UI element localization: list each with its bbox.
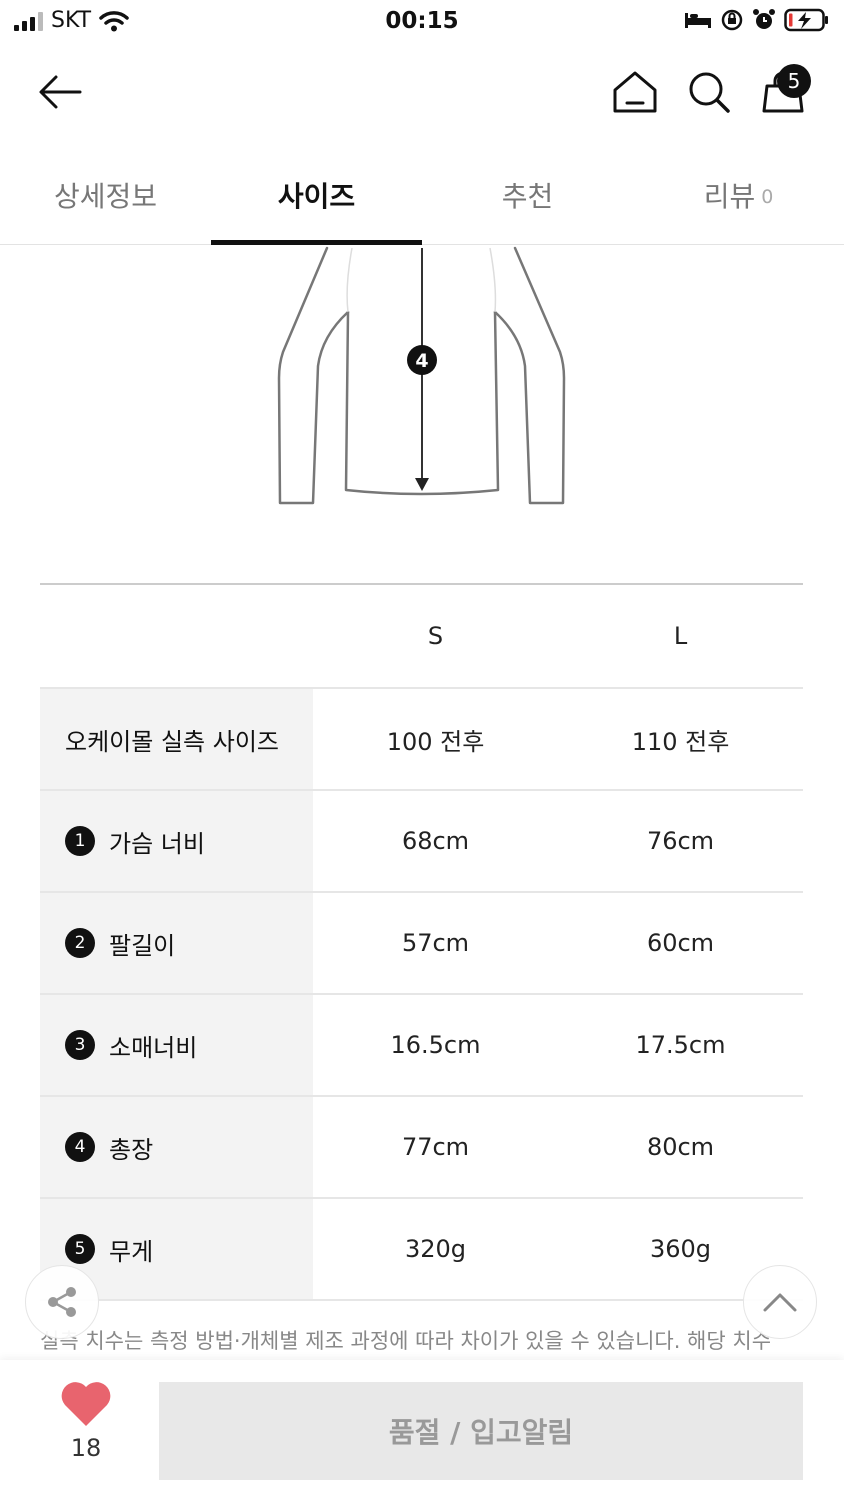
tab-recommend[interactable]: 추천 [422,145,633,244]
cell-value: 80cm [646,1133,715,1161]
tab-label: 리뷰 [703,179,756,213]
table-header-row: S L [40,585,803,689]
status-bar: SKT 00:15 [0,0,844,44]
back-button[interactable] [32,60,88,124]
cell-value: 17.5cm [635,1031,726,1059]
arrow-left-icon [39,75,82,109]
jacket-outline-illustration: 4 [277,246,566,505]
cell-value: 77cm [401,1133,470,1161]
row-label-text: 무게 [109,1237,154,1266]
cart-button[interactable]: 5 [755,60,811,124]
review-count: 0 [761,185,774,208]
alarm-icon [753,9,775,29]
top-navigation: 5 [0,60,844,124]
table-row: 1 가슴 너비 68cm 76cm [40,791,803,893]
cell-value: 110 전후 [631,727,730,756]
cell-value: 100 전후 [386,727,485,756]
number-badge: 2 [65,928,95,958]
table-row: 2 팔길이 57cm 60cm [40,893,803,995]
garment-measurement-diagram: 4 [0,246,844,526]
status-right [684,8,830,32]
measure-marker-number: 4 [415,350,428,372]
table-row: 오케이몰 실측 사이즈 100 전후 110 전후 [40,689,803,791]
like-count: 18 [70,1434,102,1462]
number-badge: 4 [65,1132,95,1162]
row-label-text: 오케이몰 실측 사이즈 [65,727,279,756]
home-icon [613,71,657,113]
header-empty-cell [40,585,313,687]
number-badge: 5 [65,1234,95,1264]
heart-icon [61,1382,111,1426]
row-label-text: 가슴 너비 [109,829,205,858]
soldout-restock-alert-button[interactable]: 품절 / 입고알림 [159,1382,803,1480]
tab-review[interactable]: 리뷰 0 [633,145,844,244]
column-header-l: L [673,622,688,650]
search-icon [689,72,730,113]
cell-value: 16.5cm [390,1031,481,1059]
bottom-action-bar: 18 품절 / 입고알림 [0,1360,844,1500]
row-label: 2 팔길이 [40,893,313,993]
number-badge: 1 [65,826,95,856]
product-tabs: 상세정보 사이즈 추천 리뷰 0 [0,145,844,245]
row-label: 오케이몰 실측 사이즈 [40,689,313,789]
row-label-text: 팔길이 [109,931,176,960]
tab-label: 추천 [501,179,554,213]
home-button[interactable] [607,60,663,124]
cart-count-badge: 5 [777,64,811,98]
bed-icon [685,13,711,28]
column-header-s: S [427,622,444,650]
cell-value: 60cm [646,929,715,957]
table-row: 4 총장 77cm 80cm [40,1097,803,1199]
number-badge: 3 [65,1030,95,1060]
tab-label: 사이즈 [277,179,356,213]
cell-value: 76cm [646,827,715,855]
size-table: S L 오케이몰 실측 사이즈 100 전후 110 전후 1 가슴 너비 68c… [40,583,803,1301]
row-label: 1 가슴 너비 [40,791,313,891]
tab-label: 상세정보 [53,179,158,213]
share-button[interactable] [25,1265,99,1339]
table-row: 3 소매너비 16.5cm 17.5cm [40,995,803,1097]
scroll-top-button[interactable] [743,1265,817,1339]
battery-icon [784,8,828,32]
row-label: 4 총장 [40,1097,313,1197]
tab-detail[interactable]: 상세정보 [0,145,211,244]
cell-value: 320g [404,1235,467,1263]
cell-value: 57cm [401,929,470,957]
row-label: 3 소매너비 [40,995,313,1095]
share-icon [48,1287,76,1317]
search-button[interactable] [681,60,737,124]
chevron-up-icon [763,1293,797,1312]
like-button[interactable]: 18 [48,1380,124,1462]
row-label-text: 소매너비 [109,1033,198,1062]
row-label-text: 총장 [109,1135,154,1164]
tab-size[interactable]: 사이즈 [211,145,422,245]
table-row: 5 무게 320g 360g [40,1199,803,1301]
cell-value: 68cm [401,827,470,855]
measurement-notice: 실측 치수는 측정 방법·개체별 제조 과정에 따라 차이가 있을 수 있습니다… [40,1329,772,1353]
rotation-lock-icon [721,9,743,31]
